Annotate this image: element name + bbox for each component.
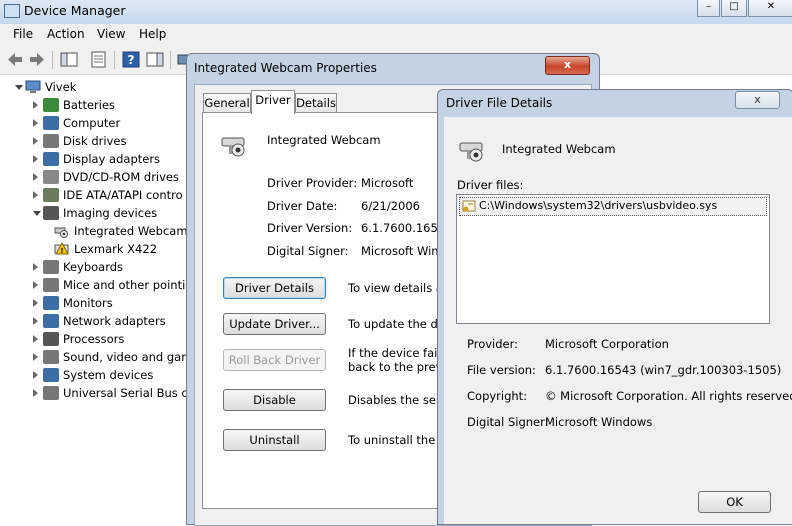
detail-label: Provider: xyxy=(467,337,519,351)
disk-icon xyxy=(43,134,59,148)
field-label: Driver Version: xyxy=(267,221,353,235)
disable-button[interactable]: Disable xyxy=(223,389,326,411)
computer-icon xyxy=(43,116,59,130)
device-manager-icon xyxy=(4,4,20,18)
battery-icon xyxy=(43,98,59,112)
system-icon xyxy=(43,368,59,382)
device-tree: Vivek Batteries Computer Disk drives Displa… xyxy=(0,75,195,523)
field-label: Driver Date: xyxy=(267,198,338,213)
list-item[interactable]: C:\Windows\system32\drivers\usbvideo.sys xyxy=(459,197,767,216)
expand-arrow-icon[interactable] xyxy=(33,263,38,271)
processor-icon xyxy=(43,332,59,346)
toolbar-separator xyxy=(114,51,115,69)
expand-arrow-icon[interactable] xyxy=(33,155,38,163)
expand-arrow-icon[interactable] xyxy=(33,317,38,325)
menu-help[interactable]: Help xyxy=(139,27,166,41)
help-icon[interactable]: ? xyxy=(122,51,140,68)
driver-details-button[interactable]: Driver Details xyxy=(223,277,326,299)
expand-arrow-icon[interactable] xyxy=(33,335,38,343)
mouse-icon xyxy=(43,278,59,292)
driver-files-list[interactable]: C:\Windows\system32\drivers\usbvideo.sys xyxy=(456,194,770,324)
expand-arrow-icon[interactable] xyxy=(33,371,38,379)
properties-close-button[interactable]: x xyxy=(545,56,590,75)
certificate-file-icon xyxy=(462,200,476,212)
forward-icon[interactable] xyxy=(28,51,46,68)
expand-arrow-icon[interactable] xyxy=(33,281,38,289)
collapse-arrow-icon[interactable] xyxy=(15,85,23,90)
sound-icon xyxy=(43,350,59,364)
tab-general[interactable]: General xyxy=(203,93,251,113)
menu-action[interactable]: Action xyxy=(47,27,85,41)
expand-arrow-icon[interactable] xyxy=(33,191,38,199)
driver-file-details-close-button[interactable]: x xyxy=(735,91,780,109)
properties-icon[interactable] xyxy=(90,51,108,68)
expand-arrow-icon[interactable] xyxy=(33,173,38,181)
tab-details[interactable]: Details xyxy=(295,93,337,113)
detail-value: © Microsoft Corporation. All rights rese… xyxy=(545,389,792,403)
monitor-icon xyxy=(43,296,59,310)
usb-icon xyxy=(43,386,59,400)
expand-arrow-icon[interactable] xyxy=(33,119,38,127)
update-driver-button[interactable]: Update Driver... xyxy=(223,313,326,335)
dfd-device-name: Integrated Webcam xyxy=(502,142,616,156)
camera-icon xyxy=(43,206,59,220)
driver-file-details-body: Integrated Webcam Driver files: C:\Windo… xyxy=(444,117,792,524)
collapse-arrow-icon[interactable] xyxy=(33,211,41,216)
menu-view[interactable]: View xyxy=(97,27,125,41)
expand-arrow-icon[interactable] xyxy=(33,353,38,361)
device-manager-titlebar[interactable]: Device Manager – □ ✕ xyxy=(0,0,792,25)
uninstall-button[interactable]: Uninstall xyxy=(223,429,326,451)
field-value: Microsoft xyxy=(361,176,414,190)
action-pane-icon[interactable] xyxy=(146,51,164,68)
properties-dialog-title: Integrated Webcam Properties xyxy=(194,61,377,75)
back-icon[interactable] xyxy=(6,51,24,68)
field-label: Driver Provider: xyxy=(267,176,358,190)
expand-arrow-icon[interactable] xyxy=(33,299,38,307)
ok-button[interactable]: OK xyxy=(698,491,771,513)
field-value: 6/21/2006 xyxy=(361,198,420,213)
expand-arrow-icon[interactable] xyxy=(33,101,38,109)
field-label: Digital Signer: xyxy=(267,243,349,258)
webcam-icon xyxy=(221,137,245,157)
display-icon xyxy=(43,152,59,166)
dvd-icon xyxy=(43,170,59,184)
computer-icon xyxy=(25,80,41,93)
keyboard-icon xyxy=(43,260,59,274)
svg-text:?: ? xyxy=(128,53,135,67)
detail-value: 6.1.7600.16543 (win7_gdr.100303-1505) xyxy=(545,363,782,377)
driver-file-details-dialog: Driver File Details x Integrated Webcam … xyxy=(437,89,792,525)
device-name: Integrated Webcam xyxy=(267,133,381,147)
menu-bar: File Action View Help xyxy=(0,24,792,47)
window-title: Device Manager xyxy=(24,3,126,18)
webcam-icon xyxy=(459,142,483,162)
expand-arrow-icon[interactable] xyxy=(33,137,38,145)
detail-label: Digital Signer: xyxy=(467,415,549,429)
menu-file[interactable]: File xyxy=(13,27,33,41)
driver-files-label: Driver files: xyxy=(457,178,524,192)
show-hide-console-tree-icon[interactable] xyxy=(60,51,78,68)
roll-back-driver-button[interactable]: Roll Back Driver xyxy=(223,349,326,371)
webcam-icon xyxy=(54,227,68,238)
toolbar-separator xyxy=(170,51,171,69)
ide-icon xyxy=(43,188,59,202)
svg-text:!: ! xyxy=(60,247,63,255)
window-close-button[interactable]: ✕ xyxy=(748,0,792,17)
driver-file-path: C:\Windows\system32\drivers\usbvideo.sys xyxy=(479,199,718,212)
printer-warning-icon: ! xyxy=(54,242,69,255)
expand-arrow-icon[interactable] xyxy=(33,389,38,397)
detail-value: Microsoft Corporation xyxy=(545,337,669,351)
toolbar-separator xyxy=(52,51,53,69)
tab-driver[interactable]: Driver xyxy=(251,90,295,114)
driver-file-details-title: Driver File Details xyxy=(446,96,553,110)
minimize-button[interactable]: – xyxy=(697,0,720,17)
detail-value: Microsoft Windows xyxy=(545,415,653,429)
detail-label: Copyright: xyxy=(467,389,528,403)
maximize-button[interactable]: □ xyxy=(721,0,747,17)
network-icon xyxy=(43,314,59,328)
detail-label: File version: xyxy=(467,363,536,377)
